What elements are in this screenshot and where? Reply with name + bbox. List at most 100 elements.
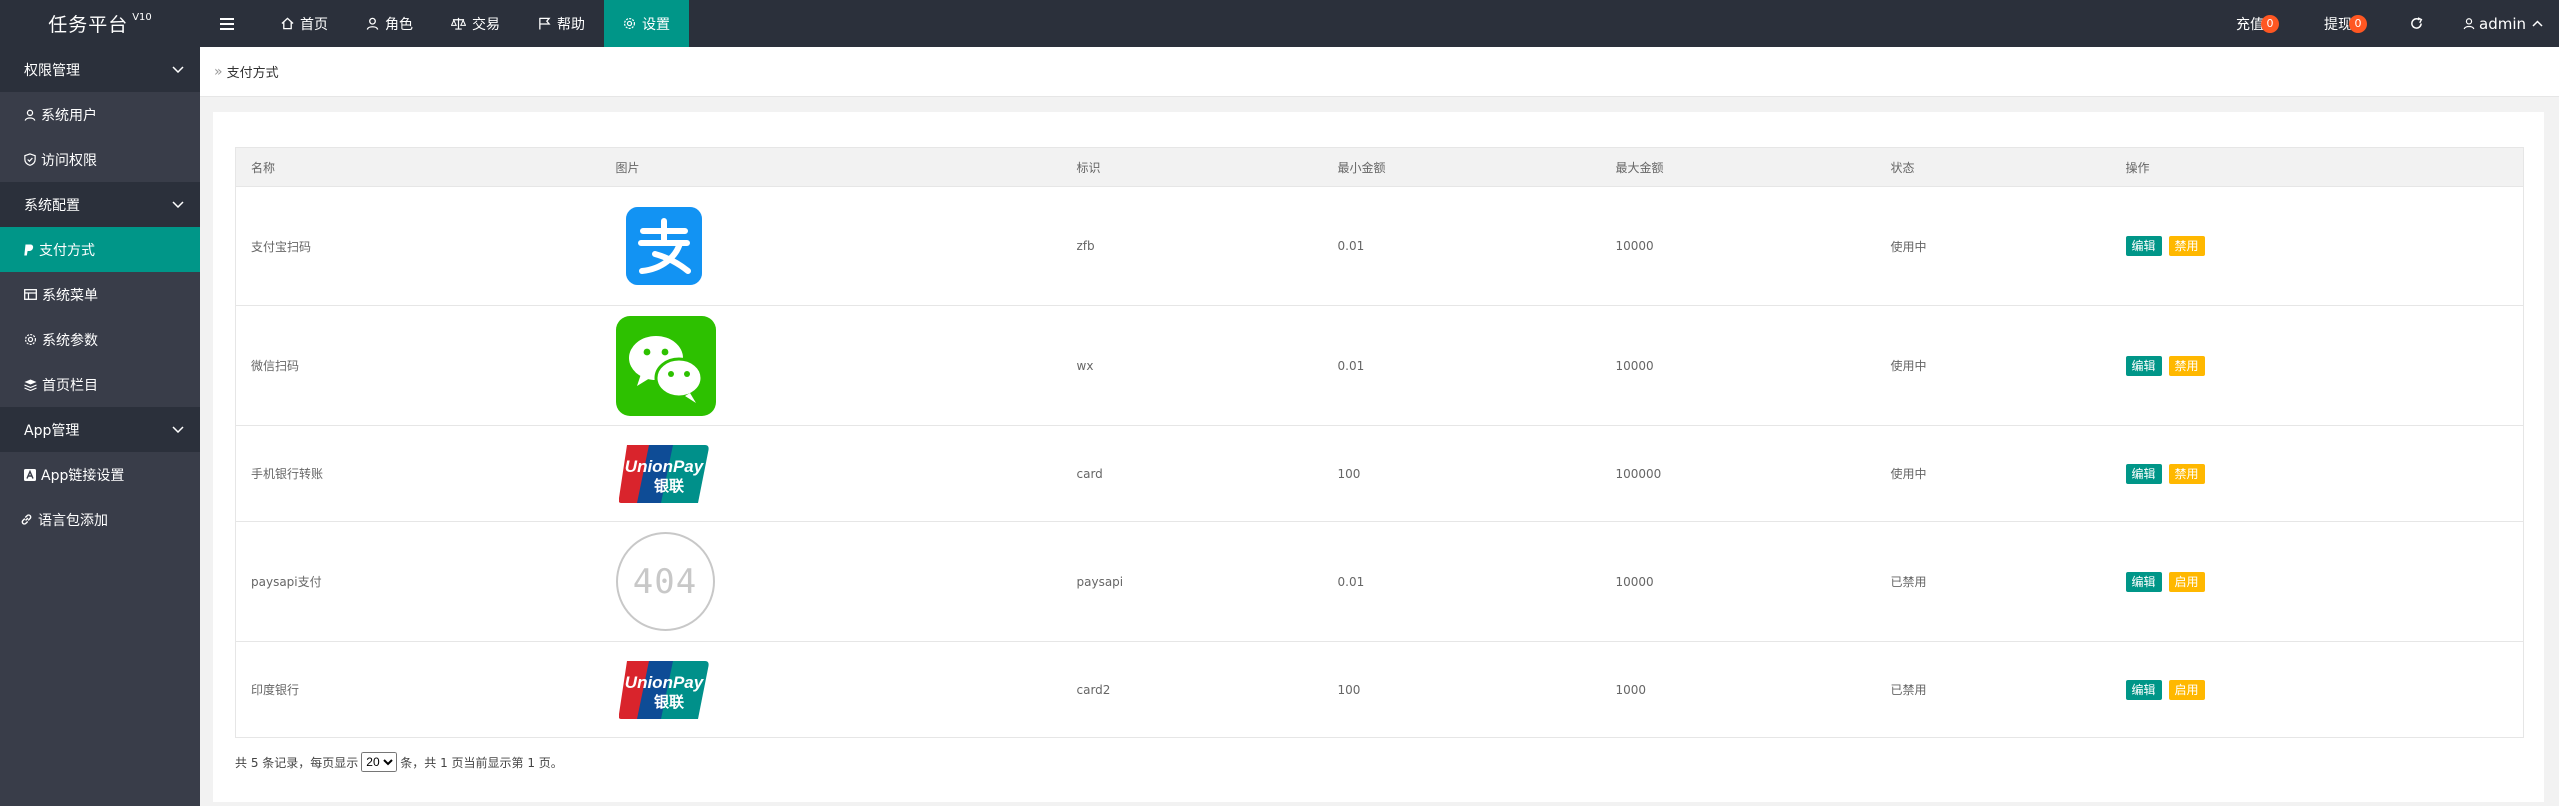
payment-name: 微信扫码 [235, 305, 601, 426]
payment-min-amount: 0.01 [1322, 186, 1601, 306]
column-header-status: 状态 [1875, 147, 2111, 187]
payment-image: 404 [600, 521, 1062, 642]
payment-name: 手机银行转账 [235, 425, 601, 522]
paypal-icon [24, 244, 34, 256]
payment-image [600, 305, 1062, 426]
enable-button[interactable]: 启用 [2168, 571, 2205, 592]
sidebar-group-app[interactable]: App管理 [0, 407, 200, 452]
sidebar-item-system-menu[interactable]: 系统菜单 [0, 272, 200, 317]
username: admin [2479, 14, 2526, 33]
sidebar-item-system-params[interactable]: 系统参数 [0, 317, 200, 362]
chevron-down-icon [172, 66, 184, 73]
edit-button[interactable]: 编辑 [2125, 571, 2162, 592]
breadcrumb-separator-icon: » [214, 63, 223, 80]
content-card: 名称 图片 标识 最小金额 最大金额 状态 操作 支付宝扫码 zfb 0.01 … [213, 112, 2544, 802]
column-header-min-amount: 最小金额 [1322, 147, 1601, 187]
nav-role[interactable]: 角色 [347, 0, 432, 47]
missing-image-placeholder: 404 [615, 532, 715, 631]
hamburger-icon [220, 17, 234, 30]
disable-button[interactable]: 禁用 [2168, 355, 2205, 376]
table-row: 支付宝扫码 zfb 0.01 10000 使用中 编辑 禁用 [235, 186, 2524, 306]
breadcrumb-current[interactable]: 支付方式 [227, 62, 279, 81]
payment-methods-table: 名称 图片 标识 最小金额 最大金额 状态 操作 支付宝扫码 zfb 0.01 … [235, 147, 2524, 738]
gear-icon [623, 17, 636, 30]
user-icon [24, 109, 36, 121]
unionpay-logo: UnionPay 银联 [618, 660, 1062, 719]
status-badge: 使用中 [1875, 305, 2111, 426]
recharge-count-badge: 0 [2261, 14, 2279, 33]
payment-code: wx [1061, 305, 1323, 426]
sidebar-group-config[interactable]: 系统配置 [0, 182, 200, 227]
sidebar-item-system-users[interactable]: 系统用户 [0, 92, 200, 137]
disable-button[interactable]: 禁用 [2168, 236, 2205, 256]
disable-button[interactable]: 禁用 [2168, 463, 2205, 484]
recharge-button[interactable]: 充值 0 [2214, 0, 2302, 47]
table-row: 手机银行转账 UnionPay 银联 card 100 100000 使用中 编… [235, 425, 2524, 522]
menu-toggle-button[interactable] [200, 0, 262, 47]
pagination: 共 5 条记录，每页显示 20 条，共 1 页当前显示第 1 页。 [235, 752, 563, 772]
column-header-image: 图片 [600, 147, 1062, 187]
sidebar-item-app-links[interactable]: App链接设置 [0, 452, 200, 497]
row-actions: 编辑 禁用 [2110, 186, 2524, 306]
payment-min-amount: 100 [1322, 425, 1601, 522]
withdraw-count-badge: 0 [2349, 14, 2367, 33]
enable-button[interactable]: 启用 [2168, 679, 2205, 700]
pagination-summary-suffix: 条，共 1 页当前显示第 1 页。 [400, 755, 563, 770]
app-icon [24, 468, 36, 481]
payment-max-amount: 1000 [1600, 641, 1876, 738]
nav-help[interactable]: 帮助 [519, 0, 604, 47]
svg-text:银联: 银联 [653, 693, 684, 711]
payment-max-amount: 10000 [1600, 186, 1876, 306]
status-badge: 已禁用 [1875, 641, 2111, 738]
sidebar-item-access[interactable]: 访问权限 [0, 137, 200, 182]
nav-settings[interactable]: 设置 [604, 0, 689, 47]
payment-code: zfb [1061, 186, 1323, 306]
payment-code: card2 [1061, 641, 1323, 738]
user-menu[interactable]: admin [2445, 0, 2559, 47]
withdraw-button[interactable]: 提现 0 [2302, 0, 2388, 47]
payment-max-amount: 10000 [1600, 521, 1876, 642]
user-icon [366, 17, 379, 30]
payment-name: 支付宝扫码 [235, 186, 601, 306]
nav-trade[interactable]: 交易 [432, 0, 519, 47]
link-icon [20, 513, 33, 526]
app-logo[interactable]: 任务平台 V10 [0, 0, 200, 47]
sidebar-item-payment[interactable]: 支付方式 [0, 227, 200, 272]
payment-max-amount: 10000 [1600, 305, 1876, 426]
row-actions: 编辑 禁用 [2110, 425, 2524, 522]
page-size-select[interactable]: 20 [361, 752, 398, 772]
sidebar-item-home-columns[interactable]: 首页栏目 [0, 362, 200, 407]
breadcrumb: » 支付方式 [200, 47, 2559, 97]
top-nav-right: 充值 0 提现 0 admin [2214, 0, 2559, 47]
column-header-code: 标识 [1061, 147, 1323, 187]
column-header-actions: 操作 [2110, 147, 2524, 187]
payment-name: paysapi支付 [235, 521, 601, 642]
column-header-max-amount: 最大金额 [1600, 147, 1876, 187]
pagination-summary-prefix: 共 5 条记录，每页显示 [235, 755, 359, 770]
alipay-logo [625, 207, 1062, 285]
top-bar: 任务平台 V10 首页 角色 交易 帮助 设置 充值 0 提现 0 admin [0, 0, 2559, 47]
sidebar-item-language-pack[interactable]: 语言包添加 [0, 497, 200, 542]
edit-button[interactable]: 编辑 [2125, 679, 2162, 700]
payment-image: UnionPay 银联 [600, 641, 1062, 738]
edit-button[interactable]: 编辑 [2125, 463, 2162, 484]
payment-name: 印度银行 [235, 641, 601, 738]
payment-min-amount: 100 [1322, 641, 1601, 738]
edit-button[interactable]: 编辑 [2125, 355, 2162, 376]
chevron-down-icon [172, 201, 184, 208]
scale-icon [451, 17, 466, 30]
payment-image: UnionPay 银联 [600, 425, 1062, 522]
shield-icon [24, 153, 36, 166]
svg-text:银联: 银联 [653, 477, 684, 495]
status-badge: 使用中 [1875, 186, 2111, 306]
unionpay-logo: UnionPay 银联 [618, 444, 1062, 503]
sidebar: 权限管理 系统用户 访问权限 系统配置 支付方式 系统菜单 系统参数 首页栏目 … [0, 47, 200, 806]
row-actions: 编辑 启用 [2110, 521, 2524, 642]
wechat-logo [615, 315, 1062, 416]
sidebar-group-permission[interactable]: 权限管理 [0, 47, 200, 92]
status-badge: 使用中 [1875, 425, 2111, 522]
refresh-button[interactable] [2388, 0, 2445, 47]
nav-home[interactable]: 首页 [262, 0, 347, 47]
table-row: 微信扫码 wx 0.01 10000 使用中 编辑 禁用 [235, 305, 2524, 426]
edit-button[interactable]: 编辑 [2125, 236, 2162, 256]
